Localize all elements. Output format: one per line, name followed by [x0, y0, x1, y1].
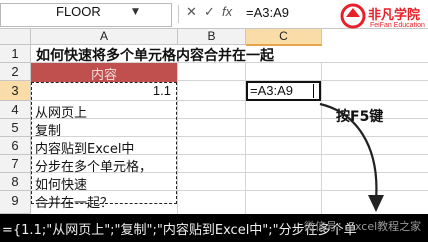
chevron-down-icon[interactable]: ▼	[132, 7, 139, 17]
row-header-9[interactable]: 9	[0, 191, 31, 214]
fx-icon[interactable]: fx	[222, 4, 232, 19]
row-header-5[interactable]: 5	[0, 119, 31, 137]
cancel-icon[interactable]: ✕	[186, 4, 197, 20]
column-header-a[interactable]: A	[31, 29, 178, 45]
row-header-4[interactable]: 4	[0, 101, 31, 119]
logo-text: 非凡学院	[368, 8, 421, 23]
brand-logo: 非凡学院 FeiFan Education	[340, 3, 426, 33]
row-header-1[interactable]: 1	[0, 45, 31, 63]
header-cell[interactable]: 内容	[31, 64, 177, 83]
column-header-b[interactable]: B	[178, 29, 246, 45]
row-header-2[interactable]: 2	[0, 63, 31, 81]
row-header-7[interactable]: 7	[0, 155, 31, 173]
curved-arrow-icon	[319, 102, 384, 212]
active-cell-value[interactable]: =A3:A9	[250, 83, 293, 98]
logo-subtext: FeiFan Education	[370, 22, 425, 29]
title-cell[interactable]: 如何快速将多个单元格内容合并在一起	[36, 45, 274, 65]
row-header-8[interactable]: 8	[0, 173, 31, 191]
enter-icon[interactable]: ✓	[204, 4, 215, 20]
row-header-3[interactable]: 3	[0, 81, 31, 101]
watermark: 微信号：Excel教程之家	[304, 220, 422, 233]
logo-mark-icon	[340, 3, 366, 29]
formula-input[interactable]: =A3:A9	[246, 5, 289, 20]
formula-bar-divider	[178, 5, 179, 23]
text-cursor	[313, 84, 314, 98]
name-box-value: FLOOR	[56, 4, 101, 19]
select-all-corner[interactable]	[0, 29, 31, 45]
row-header-6[interactable]: 6	[0, 137, 31, 155]
gridline	[177, 63, 178, 233]
copy-marquee-range	[31, 82, 177, 204]
column-header-c[interactable]: C	[246, 29, 322, 46]
